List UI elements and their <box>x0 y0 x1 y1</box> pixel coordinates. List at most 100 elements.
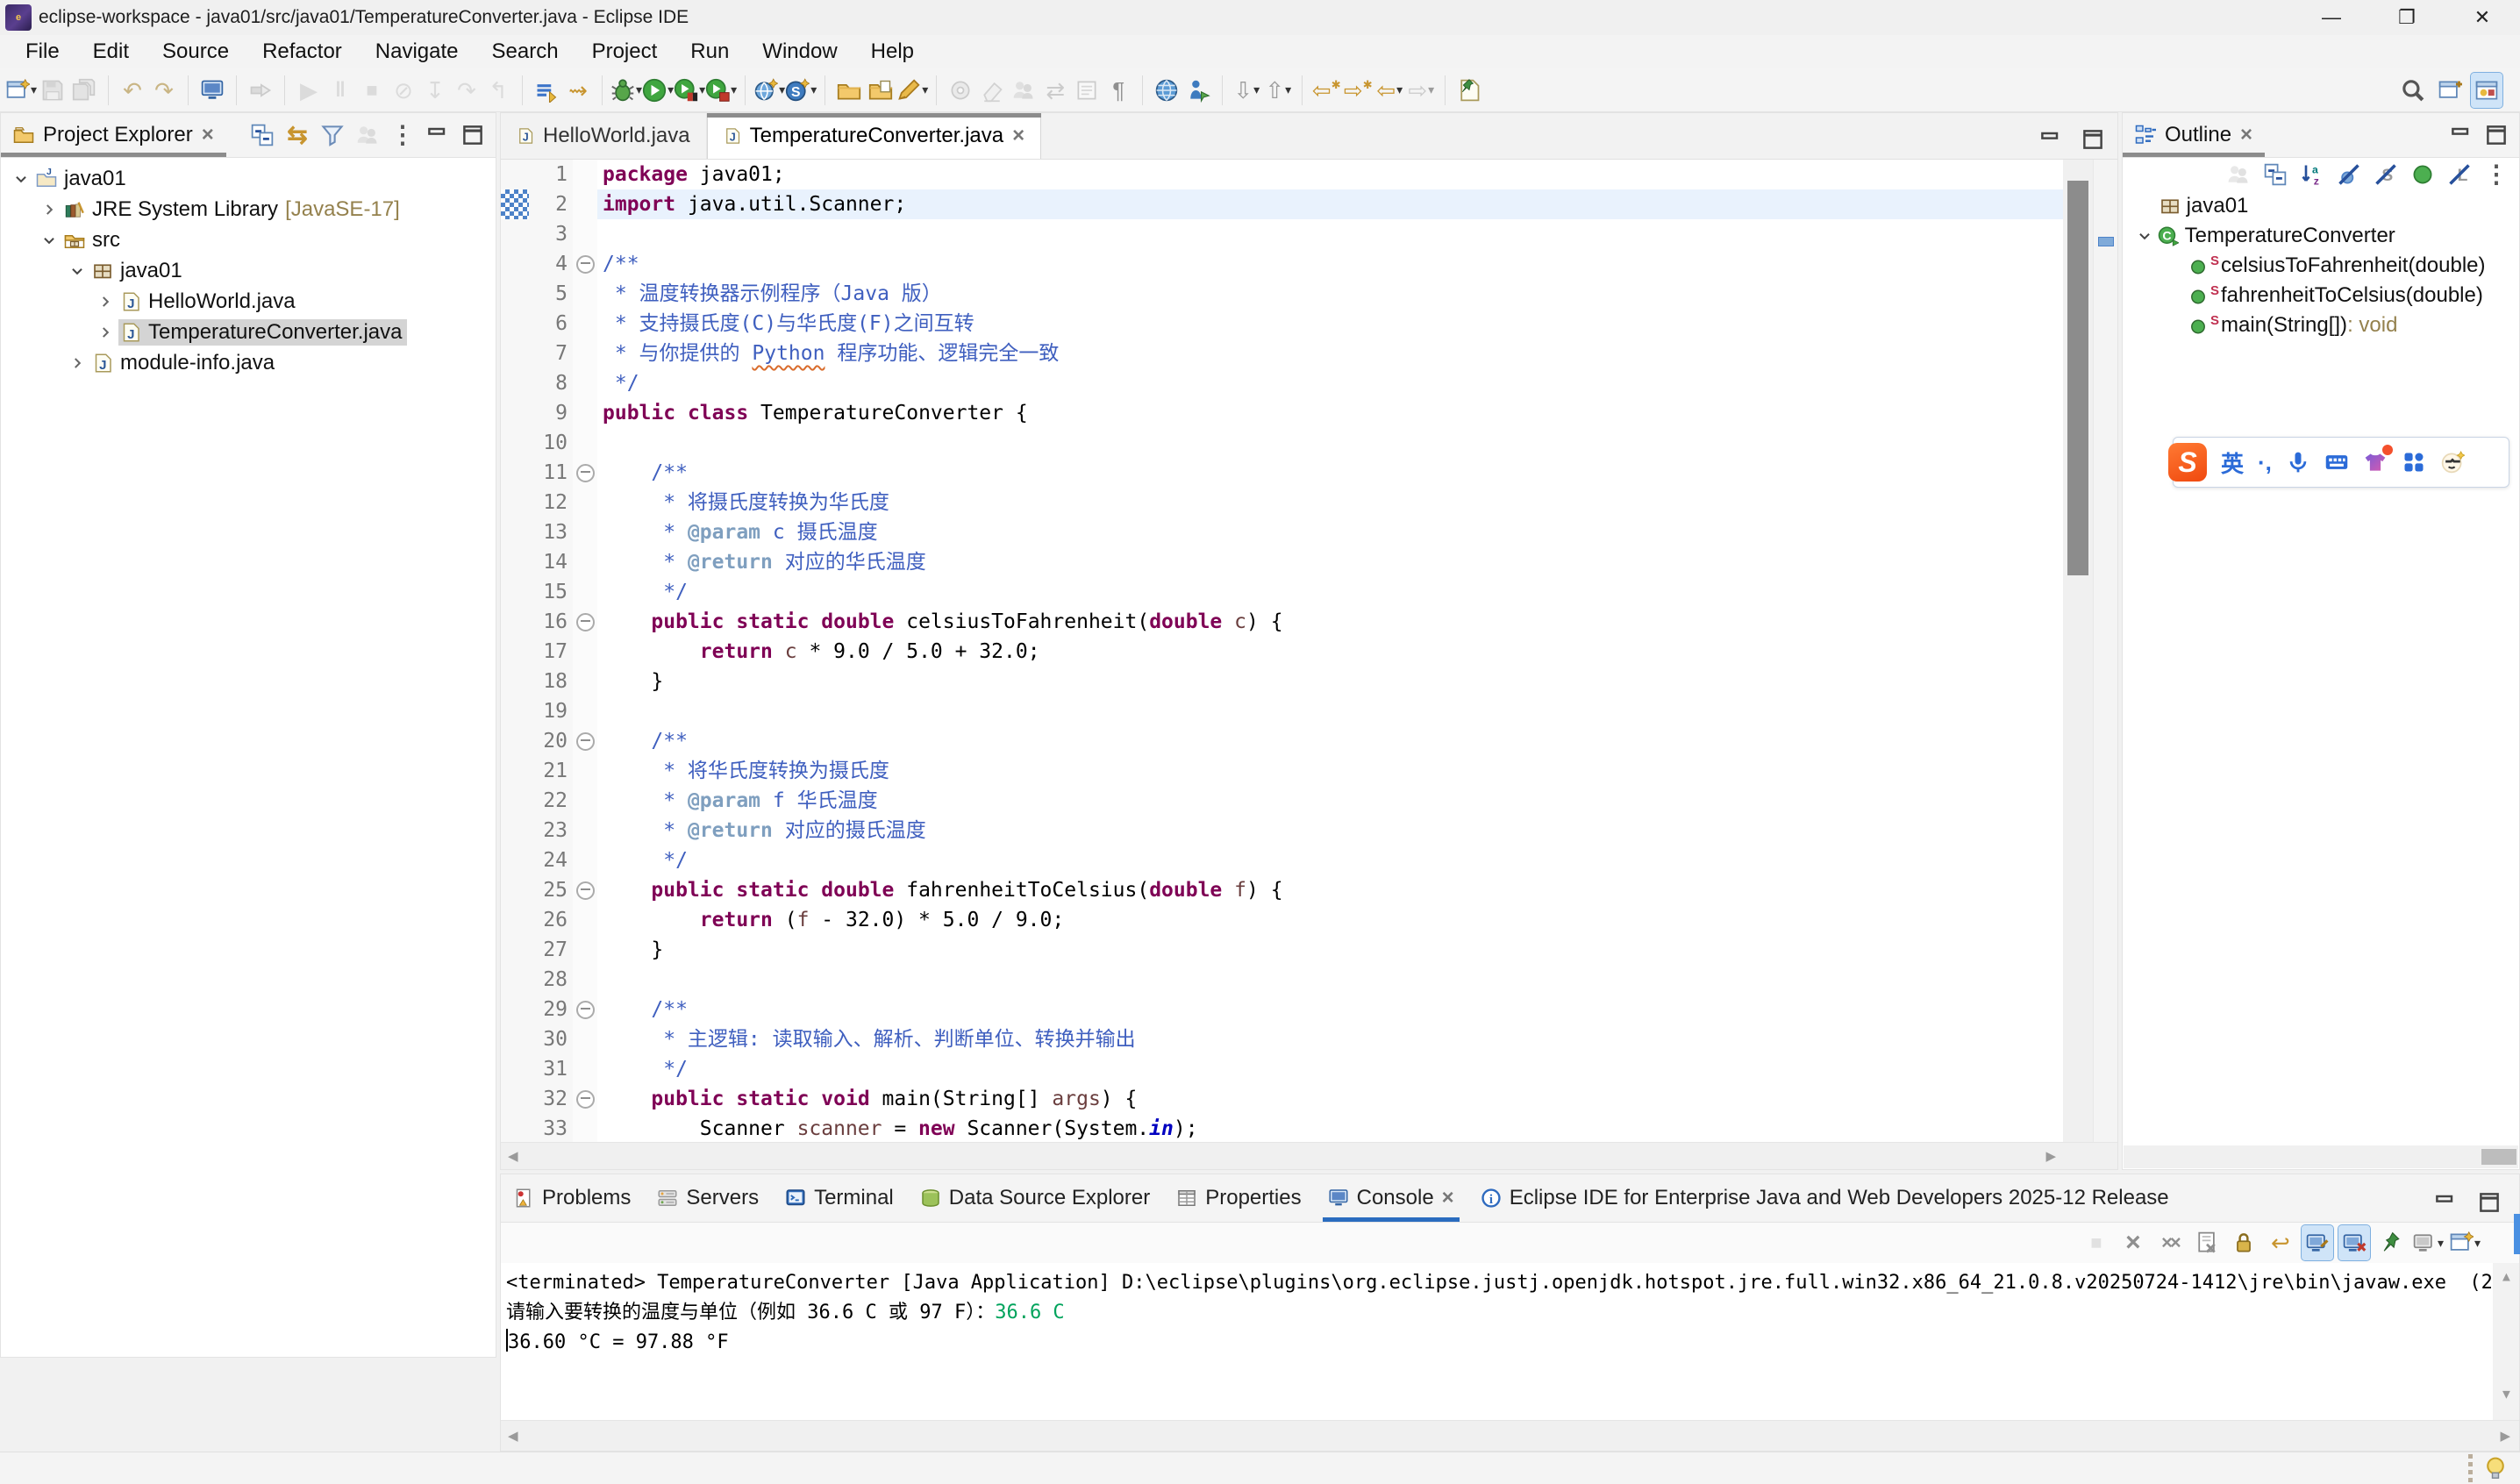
open-folder-button[interactable] <box>833 73 865 108</box>
code-line-3[interactable]: 3 <box>501 219 2063 249</box>
disconnect-button[interactable]: ⊘ <box>388 73 419 108</box>
open-element-button[interactable] <box>196 73 228 108</box>
profile-button[interactable]: ▾ <box>705 73 737 108</box>
dropdown-arrow-icon[interactable]: ▾ <box>2474 1236 2481 1251</box>
save-all-button[interactable] <box>68 73 100 108</box>
menu-refactor[interactable]: Refactor <box>246 35 359 68</box>
outline-hide-fields-button[interactable] <box>2333 157 2365 192</box>
explorer-filters-button[interactable] <box>317 118 348 153</box>
step-filters-button[interactable]: ⇝ <box>562 73 594 108</box>
scroll-left-icon[interactable]: ◀ <box>508 1428 518 1444</box>
chevron-right-icon[interactable] <box>36 202 62 218</box>
new-ee-project-button[interactable]: ▾ <box>753 73 785 108</box>
suspend-button[interactable]: ‖ <box>325 73 356 108</box>
tree-item-jre-system-library[interactable]: JRE System Library [JavaSE-17] <box>1 194 496 225</box>
code-line-30[interactable]: 30 * 主逻辑: 读取输入、解析、判断单位、转换并输出 <box>501 1024 2063 1054</box>
console-open-console-button[interactable]: ▾ <box>2449 1225 2481 1260</box>
undo-button[interactable]: ↶ <box>117 73 148 108</box>
outline-sort-button[interactable]: az <box>2296 157 2328 192</box>
outline-item-temperatureconverter[interactable]: C TemperatureConverter <box>2123 221 2519 251</box>
last-edit-location-button[interactable]: ⇦✱ <box>1310 73 1342 108</box>
coverage-button[interactable]: ▾ <box>674 73 705 108</box>
console-output[interactable]: <terminated> TemperatureConverter [Java … <box>501 1263 2493 1420</box>
tree-item-src[interactable]: src <box>1 225 496 255</box>
explorer-link-with-editor-button[interactable]: ⇆ <box>282 118 313 153</box>
code-line-25[interactable]: 25 public static double fahrenheitToCels… <box>501 875 2063 905</box>
dropdown-arrow-icon[interactable]: ▾ <box>667 82 674 97</box>
console-horizontal-scrollbar[interactable]: ◀ ▶ <box>501 1420 2519 1451</box>
code-line-33[interactable]: 33 Scanner scanner = new Scanner(System.… <box>501 1114 2063 1142</box>
menu-search[interactable]: Search <box>475 35 575 68</box>
code-line-12[interactable]: 12 * 将摄氏度转换为华氏度 <box>501 488 2063 517</box>
bottom-tab-data[interactable]: Data Source Explorer <box>920 1174 1150 1222</box>
editor-horizontal-scrollbar[interactable]: ◀ ▶ <box>501 1142 2117 1169</box>
ime-microphone-icon[interactable] <box>2286 450 2310 474</box>
console-display-console-button[interactable]: ▾ <box>2412 1225 2444 1260</box>
console-terminate-console-button[interactable]: ■ <box>2081 1225 2112 1260</box>
search-button[interactable] <box>2397 73 2429 108</box>
ime-skin-icon[interactable] <box>2363 450 2388 474</box>
next-edit-location-button[interactable]: ⇨✱ <box>1342 73 1374 108</box>
bottom-tab-servers[interactable]: Servers <box>657 1174 759 1222</box>
code-line-19[interactable]: 19 <box>501 696 2063 726</box>
chevron-down-icon[interactable] <box>8 171 34 187</box>
code-line-4[interactable]: 4/** <box>501 249 2063 279</box>
dropdown-arrow-icon[interactable]: ▾ <box>810 82 817 97</box>
code-line-23[interactable]: 23 * @return 对应的摄氏温度 <box>501 816 2063 845</box>
code-line-18[interactable]: 18 } <box>501 667 2063 696</box>
code-line-24[interactable]: 24 */ <box>501 845 2063 875</box>
ime-emoji-icon[interactable] <box>2440 450 2465 474</box>
outline-view-menu-button[interactable]: ⋮ <box>2481 157 2512 192</box>
menu-help[interactable]: Help <box>854 35 931 68</box>
annotate-button[interactable]: ▾ <box>896 73 928 108</box>
menu-window[interactable]: Window <box>746 35 853 68</box>
dropdown-arrow-icon[interactable]: ▾ <box>1285 82 1291 97</box>
explorer-collapse-all-button[interactable] <box>246 118 278 153</box>
explorer-maximize-button[interactable] <box>457 118 489 153</box>
open-perspective-button[interactable] <box>2434 73 2466 108</box>
outline-focus-task-button[interactable] <box>2223 157 2254 192</box>
dropdown-arrow-icon[interactable]: ▾ <box>2438 1236 2444 1251</box>
menu-edit[interactable]: Edit <box>76 35 146 68</box>
dropdown-arrow-icon[interactable]: ▾ <box>922 82 928 97</box>
ime-lang-mode[interactable]: 英 <box>2221 446 2244 479</box>
tree-item-java01[interactable]: java01 <box>1 255 496 286</box>
close-view-icon[interactable]: × <box>2240 123 2252 147</box>
minimize-window-button[interactable]: — <box>2294 0 2369 35</box>
show-whitespace-button[interactable]: ¶ <box>1103 73 1134 108</box>
code-line-16[interactable]: 16 public static double celsiusToFahrenh… <box>501 607 2063 637</box>
bottom-tab-eclipse[interactable]: iEclipse IDE for Enterprise Java and Web… <box>1481 1174 2169 1222</box>
dropdown-arrow-icon[interactable]: ▾ <box>636 82 642 97</box>
java-ee-perspective-button[interactable] <box>2471 73 2502 108</box>
editor-vertical-scrollbar[interactable] <box>2063 160 2093 1142</box>
restore-window-button[interactable]: ❐ <box>2369 0 2445 35</box>
close-window-button[interactable]: ✕ <box>2445 0 2520 35</box>
fold-collapse-icon[interactable] <box>573 726 597 756</box>
outline-maximize-button[interactable] <box>2481 118 2512 153</box>
menu-source[interactable]: Source <box>146 35 246 68</box>
outline-minimize-button[interactable] <box>2445 118 2477 153</box>
code-line-13[interactable]: 13 * @param c 摄氏温度 <box>501 517 2063 547</box>
code-line-7[interactable]: 7 * 与你提供的 Python 程序功能、逻辑完全一致 <box>501 339 2063 368</box>
editor-minimize-button[interactable] <box>2035 122 2067 157</box>
chevron-down-icon[interactable] <box>36 232 62 248</box>
code-line-17[interactable]: 17 return c * 9.0 / 5.0 + 32.0; <box>501 637 2063 667</box>
console-pin-console-button[interactable] <box>2375 1225 2407 1260</box>
explorer-view-menu-button[interactable]: ⋮ <box>387 118 418 153</box>
code-line-9[interactable]: 9public class TemperatureConverter { <box>501 398 2063 428</box>
collab-button[interactable] <box>1008 73 1039 108</box>
console-vertical-scrollbar[interactable]: ▲ ▼ <box>2493 1263 2519 1420</box>
outline-item-celsiustofahrenheit-double-[interactable]: ScelsiusToFahrenheit(double) <box>2123 251 2519 281</box>
code-line-20[interactable]: 20 /** <box>501 726 2063 756</box>
bottom-tab-terminal[interactable]: Terminal <box>785 1174 894 1222</box>
show-doc-button[interactable] <box>1071 73 1103 108</box>
explorer-minimize-button[interactable] <box>422 118 453 153</box>
chevron-down-icon[interactable] <box>64 263 90 279</box>
scrollbar-thumb[interactable] <box>2067 181 2088 575</box>
dropdown-arrow-icon[interactable]: ▾ <box>779 82 785 97</box>
resume-button[interactable]: ▶ <box>293 73 325 108</box>
step-over-button[interactable]: ↷ <box>451 73 482 108</box>
menu-navigate[interactable]: Navigate <box>359 35 475 68</box>
lightbulb-icon[interactable] <box>2483 1456 2508 1480</box>
console-show-on-stderr-button[interactable] <box>2338 1225 2370 1260</box>
